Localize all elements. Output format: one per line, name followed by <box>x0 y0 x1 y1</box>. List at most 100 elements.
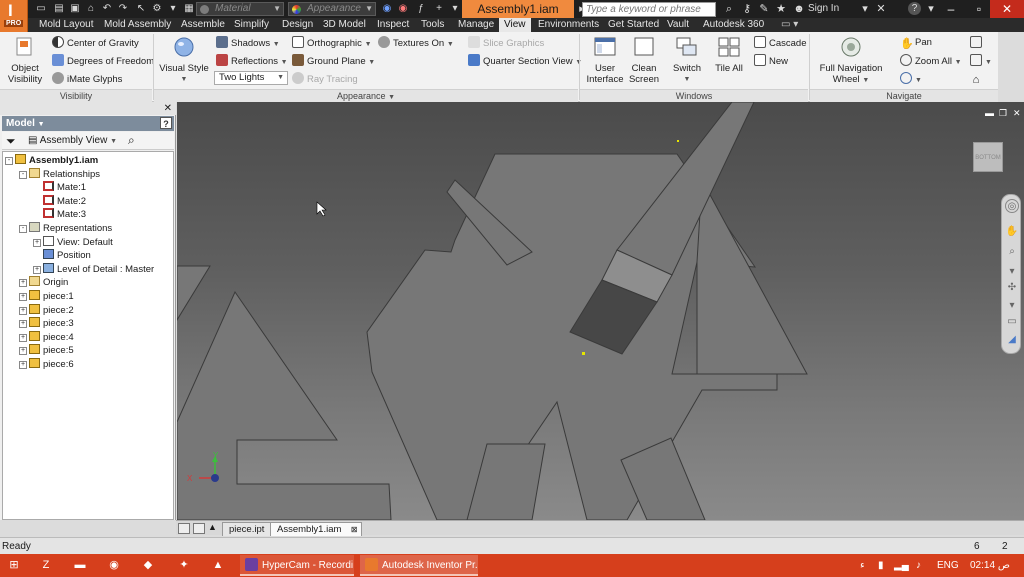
full-navigation-wheel-button[interactable]: Full Navigation Wheel ▼ <box>814 36 888 86</box>
center-of-gravity-button[interactable]: Center of Gravity <box>52 36 139 50</box>
previous-view-button[interactable]: ▼ <box>970 54 992 68</box>
tree-node[interactable]: + piece:1 <box>19 290 74 303</box>
new-window-button[interactable]: New <box>754 54 788 68</box>
firefox-icon[interactable]: ◉ <box>106 558 122 573</box>
settings-icon[interactable]: ⚙ <box>150 2 164 15</box>
ground-plane-button[interactable]: Ground Plane ▼ <box>292 54 375 68</box>
tree-node[interactable]: + Origin <box>19 276 68 289</box>
tray-icon[interactable]: ▮ <box>878 558 884 573</box>
tree-node[interactable]: - Assembly1.iam <box>5 154 98 167</box>
close-button[interactable]: ✕ <box>990 0 1024 18</box>
filezilla-icon[interactable]: Z <box>38 558 54 573</box>
tab-inspect[interactable]: Inspect <box>372 18 414 32</box>
document-menu-icon[interactable]: ▲ <box>208 522 217 532</box>
look-at-icon[interactable]: ▭ <box>1005 315 1019 329</box>
appearance-panel-label[interactable]: Appearance ▼ <box>154 89 578 102</box>
viewport-close-icon[interactable]: ✕ <box>1013 108 1021 119</box>
tab-tools[interactable]: Tools <box>416 18 449 32</box>
tree-node[interactable]: + View: Default <box>33 235 113 249</box>
tree-node[interactable]: - Relationships <box>19 167 100 181</box>
tree-node[interactable]: Mate:3 <box>33 208 86 221</box>
sign-in-link[interactable]: Sign In <box>808 3 839 14</box>
taskbar-item-inventor[interactable]: Autodesk Inventor Pr... <box>360 555 478 576</box>
tile-documents-icon[interactable] <box>178 523 190 534</box>
tree-node[interactable]: + piece:3 <box>19 317 74 330</box>
expand-icon[interactable]: + <box>19 306 27 315</box>
navbar-customize-icon[interactable]: ◢ <box>1005 333 1019 347</box>
save-icon[interactable]: ▣ <box>68 2 82 15</box>
print-icon[interactable]: ▦ <box>182 2 196 15</box>
language-indicator[interactable]: ENG <box>937 558 959 573</box>
doc-tab-assembly[interactable]: Assembly1.iam ⊠ <box>270 522 363 536</box>
ray-tracing-button[interactable]: Ray Tracing <box>292 72 358 86</box>
tab-simplify[interactable]: Simplify <box>229 18 274 32</box>
piece-shape[interactable] <box>696 178 808 375</box>
slice-graphics-button[interactable]: Slice Graphics <box>468 36 544 50</box>
measure-icon[interactable]: ◉ <box>380 2 394 15</box>
visual-style-button[interactable]: Visual Style ▼ <box>158 36 210 85</box>
new-file-icon[interactable]: ▭ <box>34 2 48 15</box>
tile-all-button[interactable]: Tile All <box>712 36 746 74</box>
user-icon[interactable]: ☻ <box>792 2 806 16</box>
home-view-button[interactable]: ⌂ <box>970 72 985 86</box>
binoculars-icon[interactable]: ⌕ <box>722 2 736 16</box>
orbit-button[interactable]: ▼ <box>900 72 922 86</box>
expand-icon[interactable]: + <box>19 320 27 329</box>
application-menu-button[interactable]: I PRO <box>0 0 28 32</box>
tree-node[interactable]: - Representations <box>19 222 112 235</box>
cursor-icon[interactable]: ↖ <box>134 2 148 15</box>
piece-shape[interactable] <box>177 290 392 520</box>
browser-title-bar[interactable]: Model ▼ ? <box>2 116 174 131</box>
expand-icon[interactable]: + <box>19 361 27 369</box>
zoom-icon[interactable]: ⌕ <box>1005 245 1019 259</box>
expand-icon[interactable]: + <box>19 293 27 301</box>
expand-icon[interactable]: + <box>19 279 27 288</box>
collapse-icon[interactable]: - <box>19 170 27 179</box>
start-windows-icon[interactable]: ⊞ <box>6 558 22 573</box>
orthographic-button[interactable]: Orthographic ▼ <box>292 36 372 50</box>
shadows-button[interactable]: Shadows ▼ <box>216 36 280 50</box>
view-face-button[interactable] <box>970 36 985 50</box>
zoom-all-button[interactable]: Zoom All ▼ <box>900 54 962 68</box>
undo-icon[interactable]: ↶ <box>100 2 114 15</box>
zoom-chevron-icon[interactable]: ▾ <box>1005 265 1019 279</box>
tree-node[interactable]: + piece:4 <box>19 330 74 344</box>
help-icon[interactable]: ? <box>908 2 921 15</box>
user-interface-button[interactable]: User Interface ▼ <box>584 36 626 97</box>
appearance-combo[interactable]: Appearance ▼ <box>288 2 376 16</box>
piece-shape[interactable] <box>177 265 211 321</box>
expand-icon[interactable]: + <box>33 265 41 274</box>
tree-node[interactable]: + piece:6 <box>19 358 74 371</box>
ribbon-options-icon[interactable]: ▭ ▾ <box>776 18 803 32</box>
viewport-minimize-icon[interactable]: ▬ <box>985 108 994 118</box>
search-input[interactable]: Type a keyword or phrase <box>582 2 716 17</box>
close-tab-icon[interactable]: ⊠ <box>351 523 358 536</box>
close-browser-icon[interactable]: ✕ <box>164 102 172 115</box>
assembly-scene[interactable]: Y X <box>177 102 1024 520</box>
vlc-icon[interactable]: ▲ <box>210 558 226 573</box>
app-icon[interactable]: ◆ <box>140 558 156 573</box>
viewcube[interactable]: BOTTOM <box>973 142 1003 172</box>
steering-wheel-icon[interactable]: ◎ <box>1005 199 1019 213</box>
parameters-icon[interactable]: ƒ <box>414 2 428 15</box>
open-file-icon[interactable]: ▤ <box>52 2 66 15</box>
orbit-chevron-icon[interactable]: ▾ <box>1005 299 1019 313</box>
app-icon[interactable]: ✦ <box>176 558 192 573</box>
switch-window-button[interactable]: Switch ▼ <box>670 36 704 85</box>
pan-button[interactable]: ✋Pan <box>900 36 932 50</box>
assembly-view-dropdown[interactable]: ▤ Assembly View ▼ <box>28 134 117 149</box>
tray-arabic-icon[interactable]: ﺀ <box>860 558 865 573</box>
tree-node[interactable]: + piece:5 <box>19 344 74 357</box>
tab-assemble[interactable]: Assemble <box>176 18 230 32</box>
tree-node[interactable]: + piece:2 <box>19 303 74 317</box>
clear-appearance-icon[interactable]: ◉ <box>396 2 410 15</box>
clock[interactable]: 02:14 ص <box>970 558 1010 573</box>
doc-tab-piece[interactable]: piece.ipt <box>222 522 272 536</box>
star-icon[interactable]: ★ <box>774 2 788 16</box>
sign-in-chevron-icon[interactable]: ▾ <box>858 2 872 16</box>
expand-icon[interactable]: + <box>19 347 27 356</box>
key-icon[interactable]: ⚷ <box>740 2 754 16</box>
tab-design[interactable]: Design <box>277 18 318 32</box>
tab-manage[interactable]: Manage <box>453 18 499 32</box>
reflections-button[interactable]: Reflections ▼ <box>216 54 288 68</box>
